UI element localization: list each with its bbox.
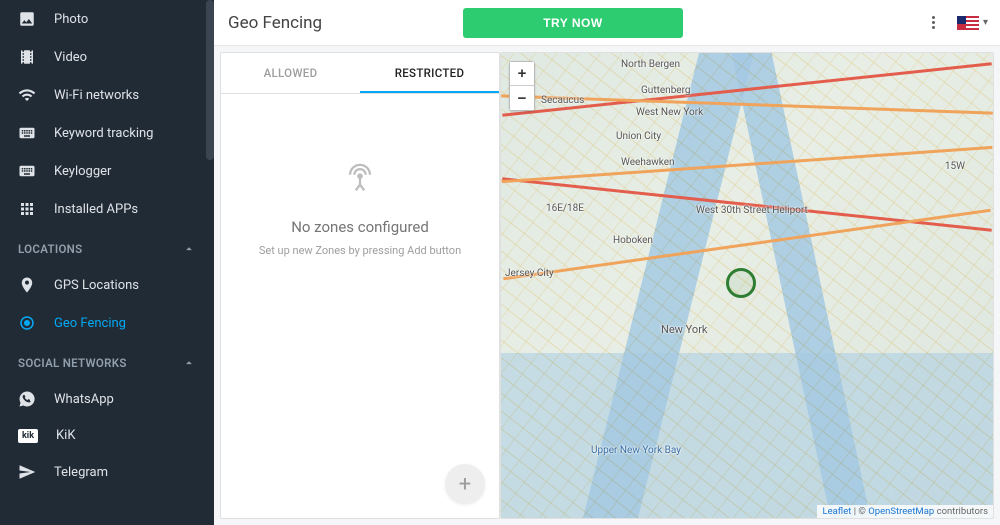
place-label: North Bergen xyxy=(621,59,680,70)
place-label: Guttenberg xyxy=(641,85,691,96)
sidebar-item-label: Keyword tracking xyxy=(54,126,154,141)
antenna-icon xyxy=(343,162,377,200)
osm-link[interactable]: OpenStreetMap xyxy=(868,506,934,517)
geofence-circle[interactable] xyxy=(726,268,756,298)
section-label: SOCIAL NETWORKS xyxy=(18,356,127,370)
sidebar-item-label: Wi-Fi networks xyxy=(54,88,139,103)
wifi-icon xyxy=(18,86,36,104)
sidebar-item-label: Telegram xyxy=(54,465,108,480)
section-label: LOCATIONS xyxy=(18,242,82,256)
sidebar-item-label: Video xyxy=(54,50,87,65)
sidebar-item-video[interactable]: Video xyxy=(0,38,214,76)
sidebar-item-geo-fencing[interactable]: Geo Fencing xyxy=(0,304,214,342)
us-flag-icon xyxy=(957,16,979,30)
whatsapp-icon xyxy=(18,390,36,408)
sidebar-item-gps-locations[interactable]: GPS Locations xyxy=(0,266,214,304)
tab-restricted[interactable]: RESTRICTED xyxy=(360,53,499,93)
page-title: Geo Fencing xyxy=(228,13,322,33)
place-label: Weehawken xyxy=(621,157,675,168)
place-label: Secaucus xyxy=(541,95,584,106)
chevron-down-icon: ▾ xyxy=(983,17,988,28)
place-label: 15W xyxy=(945,161,965,172)
empty-title: No zones configured xyxy=(291,218,429,236)
place-label: New York xyxy=(661,323,708,336)
sidebar-item-telegram[interactable]: Telegram xyxy=(0,453,214,491)
apps-icon xyxy=(18,200,36,218)
place-label: West 30th Street Heliport xyxy=(696,205,808,216)
sidebar-scrollbar[interactable] xyxy=(206,0,214,160)
tab-allowed[interactable]: ALLOWED xyxy=(221,53,360,93)
sidebar-item-label: Geo Fencing xyxy=(54,316,126,331)
sidebar-item-photo[interactable]: Photo xyxy=(0,0,214,38)
keyboard-icon xyxy=(18,162,36,180)
sidebar-item-label: WhatsApp xyxy=(54,392,114,407)
chevron-up-icon xyxy=(182,242,196,256)
empty-subtitle: Set up new Zones by pressing Add button xyxy=(259,244,461,257)
keyboard-icon xyxy=(18,124,36,142)
sidebar-item-label: GPS Locations xyxy=(54,278,139,293)
sidebar-item-label: Photo xyxy=(54,12,88,27)
place-label: Jersey City xyxy=(505,268,554,279)
more-menu-button[interactable] xyxy=(925,14,943,32)
sidebar-item-label: KiK xyxy=(56,428,75,443)
map-attribution: Leaflet | © OpenStreetMap contributors xyxy=(817,505,993,518)
sidebar-item-keylogger[interactable]: Keylogger xyxy=(0,152,214,190)
section-social-networks[interactable]: SOCIAL NETWORKS xyxy=(0,342,214,380)
sidebar-item-label: Installed APPs xyxy=(54,202,138,217)
sidebar-item-whatsapp[interactable]: WhatsApp xyxy=(0,380,214,418)
sidebar-item-label: Keylogger xyxy=(54,164,111,179)
sidebar-item-kik[interactable]: kik KiK xyxy=(0,418,214,453)
zoom-out-button[interactable]: − xyxy=(510,86,534,110)
zoom-controls: + − xyxy=(509,61,535,111)
place-label: Union City xyxy=(616,131,661,142)
sidebar-item-wifi[interactable]: Wi-Fi networks xyxy=(0,76,214,114)
place-label: Hoboken xyxy=(613,235,653,246)
pin-icon xyxy=(18,276,36,294)
sidebar-item-keyword-tracking[interactable]: Keyword tracking xyxy=(0,114,214,152)
place-label: 16E/18E xyxy=(546,203,584,214)
telegram-icon xyxy=(18,463,36,481)
place-label: Upper New York Bay xyxy=(591,445,681,456)
language-selector[interactable]: ▾ xyxy=(957,16,988,30)
kik-icon: kik xyxy=(18,429,38,443)
main-area: Geo Fencing TRY NOW ▾ ALLOWED RESTRICTED xyxy=(214,0,1000,525)
target-icon xyxy=(18,314,36,332)
empty-state: No zones configured Set up new Zones by … xyxy=(221,94,499,518)
header: Geo Fencing TRY NOW ▾ xyxy=(214,0,1000,46)
place-label: West New York xyxy=(636,107,703,118)
photo-icon xyxy=(18,10,36,28)
sidebar-item-installed-apps[interactable]: Installed APPs xyxy=(0,190,214,228)
zones-panel: ALLOWED RESTRICTED No zones configured S… xyxy=(220,52,500,519)
chevron-up-icon xyxy=(182,356,196,370)
try-now-button[interactable]: TRY NOW xyxy=(463,8,683,38)
zone-tabs: ALLOWED RESTRICTED xyxy=(221,53,499,94)
sidebar: Photo Video Wi-Fi networks Keyword track… xyxy=(0,0,214,525)
content: ALLOWED RESTRICTED No zones configured S… xyxy=(214,46,1000,525)
leaflet-link[interactable]: Leaflet xyxy=(822,506,851,517)
map-panel[interactable]: North Bergen Guttenberg Secaucus West Ne… xyxy=(500,52,994,519)
add-zone-button[interactable]: + xyxy=(445,464,485,504)
video-icon xyxy=(18,48,36,66)
zoom-in-button[interactable]: + xyxy=(510,62,534,86)
section-locations[interactable]: LOCATIONS xyxy=(0,228,214,266)
